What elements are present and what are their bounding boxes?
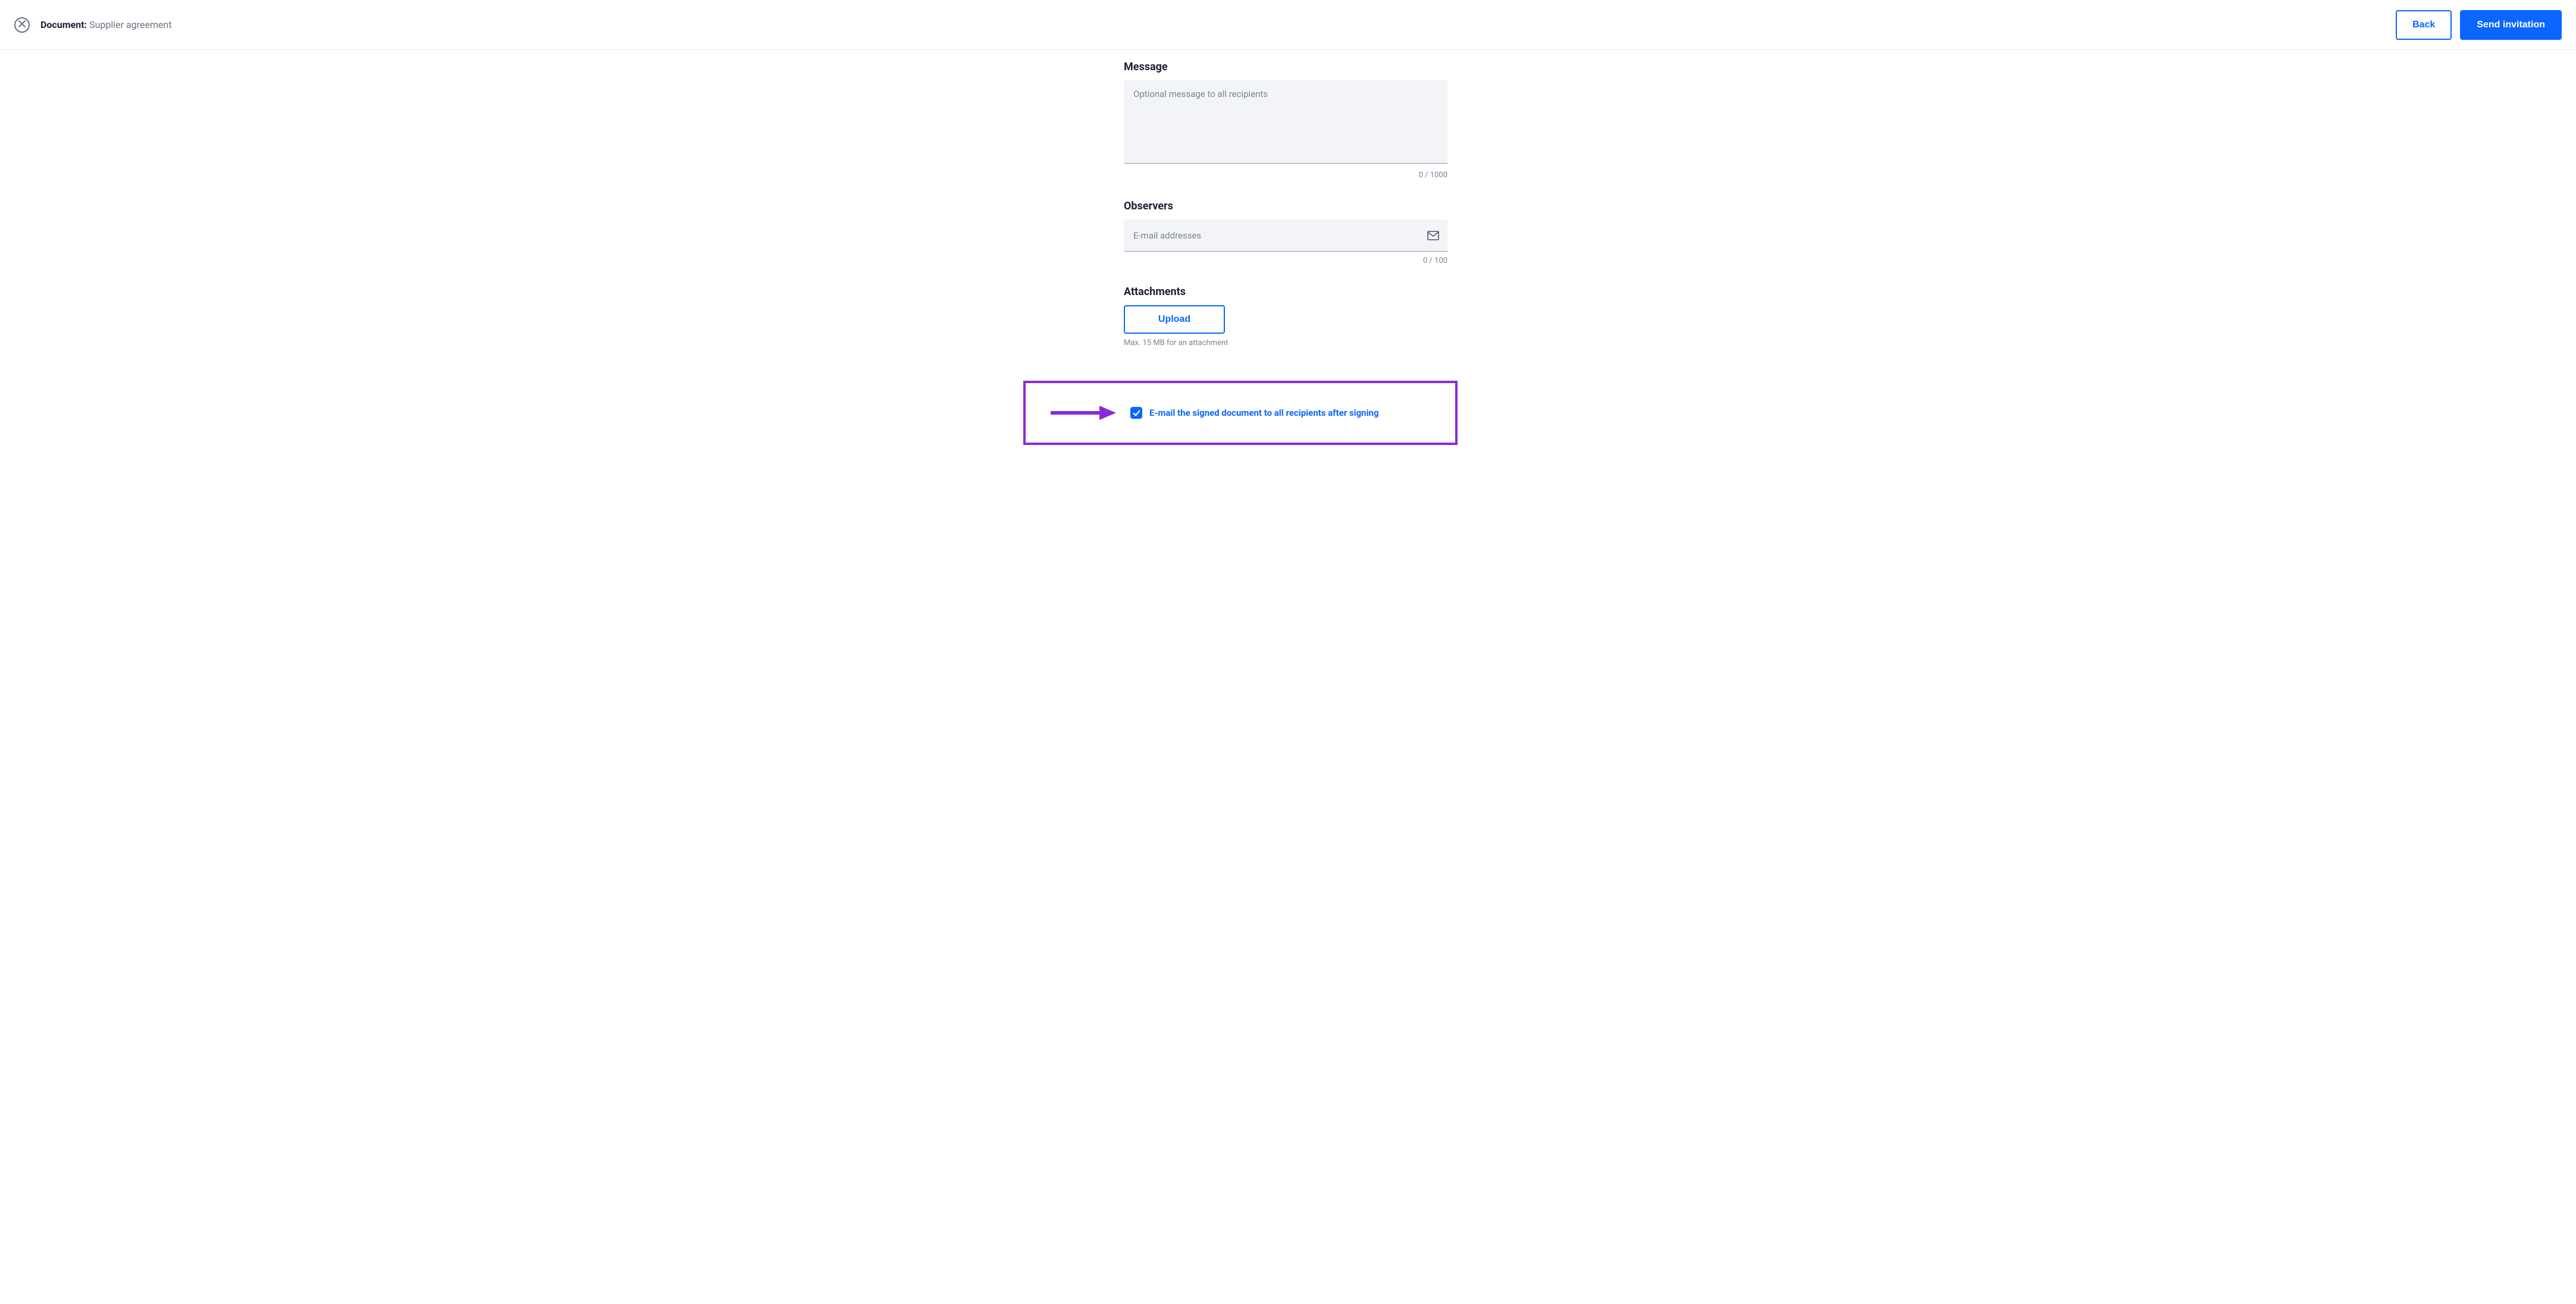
- header-actions: Back Send invitation: [2396, 10, 2562, 40]
- message-char-counter: 0 / 1000: [1124, 171, 1447, 180]
- message-textarea[interactable]: [1124, 80, 1447, 164]
- header-left: Document: Supplier agreement: [14, 17, 172, 33]
- document-name: Supplier agreement: [89, 19, 171, 30]
- mail-icon: [1427, 231, 1439, 240]
- upload-button[interactable]: Upload: [1124, 305, 1225, 334]
- email-signed-label[interactable]: E-mail the signed document to all recipi…: [1149, 408, 1379, 418]
- email-signed-option: E-mail the signed document to all recipi…: [1130, 407, 1379, 419]
- observers-section-title: Observers: [1124, 200, 1447, 212]
- form-body: Message 0 / 1000 Observers 0 / 100 Attac…: [1119, 61, 1452, 347]
- page-header: Document: Supplier agreement Back Send i…: [0, 0, 2576, 50]
- send-invitation-button[interactable]: Send invitation: [2460, 10, 2562, 40]
- attachments-section-title: Attachments: [1124, 286, 1447, 298]
- email-signed-checkbox[interactable]: [1130, 407, 1142, 419]
- observers-email-input[interactable]: [1124, 220, 1447, 252]
- observers-counter: 0 / 100: [1124, 256, 1447, 265]
- back-button[interactable]: Back: [2396, 10, 2452, 40]
- observers-input-row: [1124, 220, 1447, 252]
- email-signed-highlight-box: E-mail the signed document to all recipi…: [1023, 381, 1458, 445]
- attachment-size-hint: Max. 15 MB for an attachment: [1124, 338, 1447, 347]
- document-title-group: Document: Supplier agreement: [40, 19, 172, 30]
- close-button[interactable]: [14, 17, 30, 33]
- close-icon: [18, 20, 26, 29]
- arrow-right-icon: [1049, 405, 1116, 421]
- document-label: Document:: [40, 19, 87, 30]
- message-section-title: Message: [1124, 61, 1447, 73]
